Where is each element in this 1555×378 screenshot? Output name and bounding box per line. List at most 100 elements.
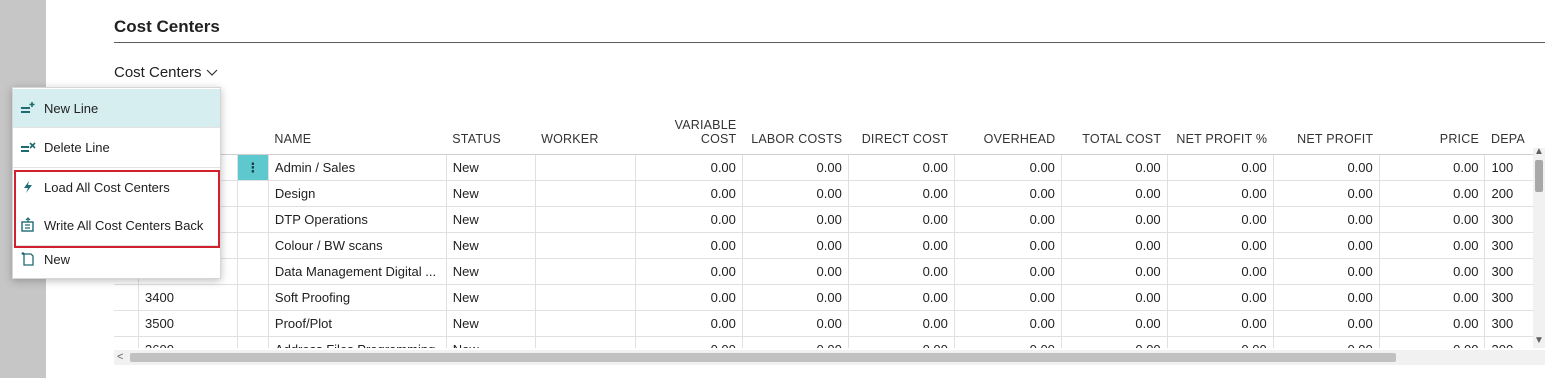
col-header-labor-costs[interactable]: LABOR COSTS	[742, 88, 849, 155]
cell-worker[interactable]	[535, 336, 637, 348]
cell-worker[interactable]	[535, 154, 637, 181]
cell-status[interactable]: New	[446, 154, 536, 181]
cell-total-cost[interactable]: 0.00	[1061, 180, 1168, 207]
table-row[interactable]: 3400 Soft Proofing New 0.00 0.00 0.00 0.00 0.00…	[114, 284, 1545, 311]
cell-labor-costs[interactable]: 0.00	[742, 310, 849, 337]
col-header-status[interactable]: STATUS	[446, 88, 536, 155]
cell-variable-cost[interactable]: 0.00	[635, 232, 743, 259]
row-actions-cell[interactable]	[237, 180, 269, 207]
table-row[interactable]: DTP Operations New 0.00 0.00 0.00 0.00 0.00 0.0…	[114, 206, 1545, 233]
horizontal-scrollbar[interactable]: <	[114, 350, 1545, 365]
cell-worker[interactable]	[535, 206, 637, 233]
col-header-net-profit-pct[interactable]: NET PROFIT %	[1167, 88, 1274, 155]
cell-overhead[interactable]: 0.00	[954, 206, 1062, 233]
cell-price[interactable]: 0.00	[1379, 336, 1486, 348]
row-actions-cell[interactable]: ⋮	[237, 154, 269, 181]
menu-item-load-all-cost-centers[interactable]: Load All Cost Centers	[13, 168, 220, 206]
cell-status[interactable]: New	[446, 232, 536, 259]
cell-worker[interactable]	[535, 180, 637, 207]
cell-net-profit[interactable]: 0.00	[1273, 206, 1380, 233]
cell-net-profit-pct[interactable]: 0.00	[1167, 336, 1274, 348]
cell-labor-costs[interactable]: 0.00	[742, 258, 849, 285]
row-select-cell[interactable]	[114, 336, 139, 348]
menu-item-new[interactable]: New	[13, 240, 220, 278]
cell-variable-cost[interactable]: 0.00	[635, 284, 743, 311]
cell-total-cost[interactable]: 0.00	[1061, 232, 1168, 259]
cell-overhead[interactable]: 0.00	[954, 336, 1062, 348]
cell-worker[interactable]	[535, 310, 637, 337]
cell-total-cost[interactable]: 0.00	[1061, 310, 1168, 337]
cell-overhead[interactable]: 0.00	[954, 310, 1062, 337]
col-header-price[interactable]: PRICE	[1379, 88, 1485, 155]
table-row[interactable]: Colour / BW scans New 0.00 0.00 0.00 0.00 0.00…	[114, 232, 1545, 259]
col-header-worker[interactable]: WORKER	[535, 88, 636, 155]
row-select-cell[interactable]	[114, 310, 139, 337]
cell-worker[interactable]	[535, 284, 637, 311]
cell-status[interactable]: New	[446, 180, 536, 207]
cell-worker[interactable]	[535, 258, 637, 285]
cell-variable-cost[interactable]: 0.00	[635, 180, 743, 207]
row-actions-cell[interactable]	[237, 232, 269, 259]
cell-total-cost[interactable]: 0.00	[1061, 284, 1168, 311]
cell-total-cost[interactable]: 0.00	[1061, 336, 1168, 348]
cell-direct-cost[interactable]: 0.00	[848, 180, 955, 207]
cell-labor-costs[interactable]: 0.00	[742, 154, 849, 181]
cell-price[interactable]: 0.00	[1379, 258, 1486, 285]
cell-name[interactable]: Address Files Programming	[268, 336, 447, 348]
cell-status[interactable]: New	[446, 310, 536, 337]
cell-status[interactable]: New	[446, 258, 536, 285]
col-header-department[interactable]: DEPA	[1484, 88, 1545, 155]
cell-status[interactable]: New	[446, 336, 536, 348]
cell-price[interactable]: 0.00	[1379, 310, 1486, 337]
row-actions-cell[interactable]	[237, 258, 269, 285]
cell-net-profit-pct[interactable]: 0.00	[1167, 258, 1274, 285]
col-header-direct-cost[interactable]: DIRECT COST	[848, 88, 955, 155]
scroll-left-icon[interactable]: <	[117, 351, 123, 363]
cell-direct-cost[interactable]: 0.00	[848, 258, 955, 285]
row-actions-cell[interactable]	[237, 336, 269, 348]
row-actions-cell[interactable]	[237, 206, 269, 233]
cell-net-profit-pct[interactable]: 0.00	[1167, 310, 1274, 337]
cell-name[interactable]: Design	[268, 180, 447, 207]
cell-overhead[interactable]: 0.00	[954, 284, 1062, 311]
scroll-up-icon[interactable]: ▲	[1534, 146, 1544, 157]
cell-labor-costs[interactable]: 0.00	[742, 180, 849, 207]
cell-net-profit[interactable]: 0.00	[1273, 336, 1380, 348]
horizontal-scroll-thumb[interactable]	[130, 353, 1396, 362]
table-row[interactable]: Design New 0.00 0.00 0.00 0.00 0.00 0.00 0.00 0.0…	[114, 180, 1545, 207]
table-row[interactable]: ⋮ Admin / Sales New 0.00 0.00 0.00 0.00 0.00 0.0…	[114, 154, 1545, 181]
scroll-down-icon[interactable]: ▼	[1534, 335, 1544, 346]
cell-price[interactable]: 0.00	[1379, 284, 1486, 311]
cell-net-profit[interactable]: 0.00	[1273, 154, 1380, 181]
cell-name[interactable]: DTP Operations	[268, 206, 447, 233]
vertical-scroll-thumb[interactable]	[1535, 160, 1543, 192]
cell-direct-cost[interactable]: 0.00	[848, 336, 955, 348]
cell-overhead[interactable]: 0.00	[954, 232, 1062, 259]
cell-name[interactable]: Soft Proofing	[268, 284, 447, 311]
cell-direct-cost[interactable]: 0.00	[848, 232, 955, 259]
cell-no[interactable]: 3500	[138, 310, 238, 337]
cell-labor-costs[interactable]: 0.00	[742, 336, 849, 348]
cell-overhead[interactable]: 0.00	[954, 180, 1062, 207]
col-header-variable-cost[interactable]: VARIABLE COST	[635, 88, 743, 155]
cell-price[interactable]: 0.00	[1379, 206, 1486, 233]
cell-labor-costs[interactable]: 0.00	[742, 206, 849, 233]
row-select-cell[interactable]	[114, 284, 139, 311]
cell-net-profit[interactable]: 0.00	[1273, 180, 1380, 207]
col-header-total-cost[interactable]: TOTAL COST	[1061, 88, 1168, 155]
cell-name[interactable]: Data Management Digital ...	[268, 258, 447, 285]
menu-item-write-all-cost-centers-back[interactable]: Write All Cost Centers Back	[13, 206, 220, 244]
cell-net-profit-pct[interactable]: 0.00	[1167, 154, 1274, 181]
cell-name[interactable]: Colour / BW scans	[268, 232, 447, 259]
col-header-net-profit[interactable]: NET PROFIT	[1273, 88, 1380, 155]
cell-net-profit-pct[interactable]: 0.00	[1167, 232, 1274, 259]
cell-variable-cost[interactable]: 0.00	[635, 206, 743, 233]
cell-variable-cost[interactable]: 0.00	[635, 258, 743, 285]
table-row[interactable]: Data Management Digital ... New 0.00 0.00 0.…	[114, 258, 1545, 285]
col-header-name[interactable]: NAME	[268, 88, 447, 155]
row-actions-cell[interactable]	[237, 284, 269, 311]
cell-labor-costs[interactable]: 0.00	[742, 284, 849, 311]
cell-variable-cost[interactable]: 0.00	[635, 310, 743, 337]
cell-variable-cost[interactable]: 0.00	[635, 154, 743, 181]
cell-total-cost[interactable]: 0.00	[1061, 206, 1168, 233]
